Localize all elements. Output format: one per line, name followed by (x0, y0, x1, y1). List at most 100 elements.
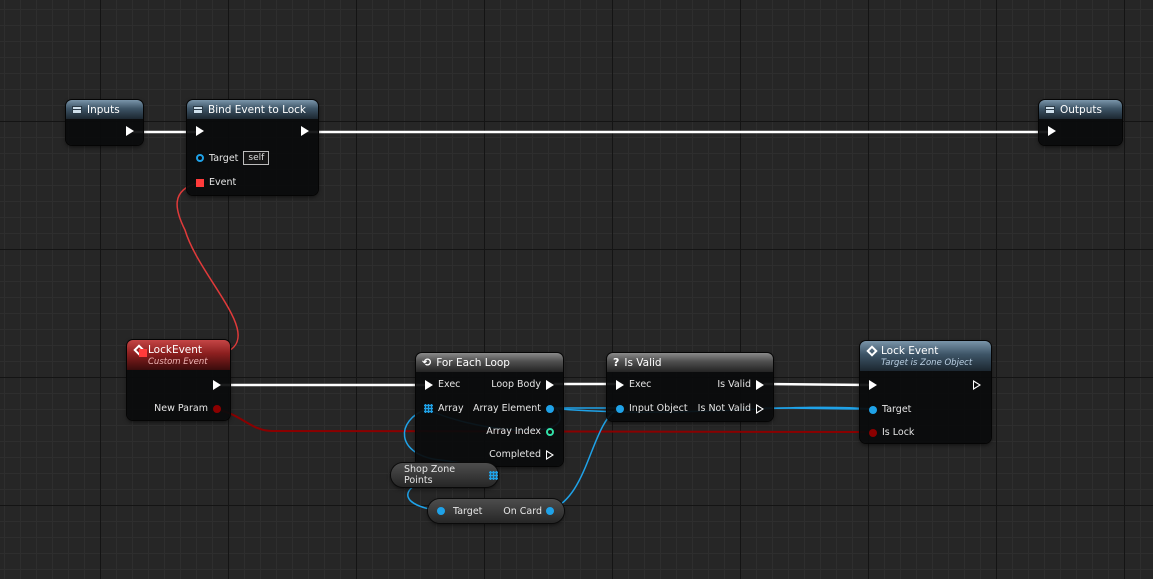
for-each-completed-label: Completed (489, 449, 541, 460)
exec-pin-icon (1048, 126, 1056, 136)
lock-event-call-exec-out-pin[interactable] (973, 380, 981, 390)
bind-event-exec-out-pin[interactable] (301, 126, 309, 136)
on-card-node[interactable]: Target On Card (428, 499, 564, 523)
for-each-completed-pin[interactable]: Completed (484, 449, 554, 460)
bind-event-node-title: Bind Event to Lock (208, 103, 307, 116)
is-valid-header[interactable]: ? Is Valid (607, 353, 773, 372)
question-icon: ? (613, 356, 620, 369)
is-valid-exec-label: Exec (629, 379, 652, 390)
loop-icon: ⟲ (422, 356, 432, 369)
inputs-node[interactable]: Inputs (66, 100, 143, 145)
function-icon (193, 105, 203, 114)
object-pin-icon[interactable] (437, 507, 445, 515)
lock-event-call-exec-in-pin[interactable] (869, 380, 877, 390)
is-valid-exec-in-pin[interactable]: Exec (616, 379, 656, 390)
on-card-output-label: On Card (503, 505, 542, 517)
bind-event-node[interactable]: Bind Event to Lock Target self Event (187, 100, 318, 195)
outputs-node-header[interactable]: Outputs (1039, 100, 1122, 119)
on-card-target-label: Target (453, 505, 483, 517)
function-icon (72, 105, 82, 114)
bind-event-target-label: Target (209, 152, 239, 164)
is-valid-title: Is Valid (624, 356, 662, 369)
bind-event-event-label: Event (209, 177, 237, 188)
object-pin-icon (546, 404, 554, 413)
bind-event-exec-in-pin[interactable] (196, 126, 204, 136)
object-pin-icon (196, 154, 204, 162)
for-each-array-label: Array (438, 403, 464, 414)
is-valid-input-object-pin[interactable]: Input Object (616, 403, 693, 414)
for-each-loop-body-label: Loop Body (491, 379, 541, 390)
lock-event-call-target-label: Target (882, 404, 912, 415)
for-each-loop-header[interactable]: ⟲ For Each Loop (416, 353, 563, 372)
exec-pin-icon (196, 126, 204, 136)
for-each-exec-label: Exec (438, 379, 461, 390)
object-pin-icon (869, 405, 877, 414)
object-pin-icon[interactable] (546, 507, 554, 515)
exec-pin-icon (756, 403, 764, 414)
lock-event-custom-subtitle: Custom Event (148, 356, 208, 367)
is-valid-node[interactable]: ? Is Valid Exec Is Valid Input Object Is… (607, 353, 773, 421)
shop-zone-points-label: Shop Zone Points (404, 464, 456, 486)
inputs-exec-out-pin[interactable] (126, 126, 134, 136)
for-each-exec-in-pin[interactable]: Exec (425, 379, 465, 390)
exec-pin-icon (126, 126, 134, 136)
for-each-loop-body-pin[interactable]: Loop Body (486, 379, 554, 390)
exec-pin-icon (425, 379, 433, 390)
bind-event-target-value[interactable]: self (243, 151, 270, 165)
exec-pin-icon (756, 379, 764, 390)
bind-event-target-pin[interactable]: Target self (196, 151, 270, 165)
exec-pin-icon (616, 379, 624, 390)
lock-event-delegate-pin[interactable] (139, 349, 147, 357)
bind-event-node-header[interactable]: Bind Event to Lock (187, 100, 318, 119)
event-icon (866, 344, 878, 357)
exec-pin-icon (301, 126, 309, 136)
lock-event-call-title: Lock Event (881, 344, 939, 357)
for-each-loop-node[interactable]: ⟲ For Each Loop Exec Loop Body Array Arr… (416, 353, 563, 466)
is-valid-false-pin[interactable]: Is Not Valid (693, 403, 764, 414)
lock-event-custom-node[interactable]: LockEvent Custom Event New Param (127, 340, 230, 420)
for-each-array-index-pin[interactable]: Array Index (481, 426, 554, 437)
object-pin-icon (616, 404, 624, 413)
boolean-pin-icon (213, 404, 221, 413)
shop-zone-points-node[interactable]: Shop Zone Points (391, 463, 498, 487)
bind-event-event-pin[interactable]: Event (196, 177, 241, 188)
wire-layer (132, 130, 1050, 512)
lock-event-custom-exec-out-pin[interactable] (213, 380, 221, 390)
outputs-node-title: Outputs (1060, 103, 1102, 116)
is-valid-true-pin[interactable]: Is Valid (712, 379, 764, 390)
inputs-node-header[interactable]: Inputs (66, 100, 143, 119)
is-valid-true-label: Is Valid (717, 379, 751, 390)
exec-pin-icon (546, 379, 554, 390)
for-each-array-element-label: Array Element (473, 403, 541, 414)
lock-event-call-subtitle: Target is Zone Object (881, 357, 973, 368)
is-valid-false-label: Is Not Valid (697, 403, 751, 414)
for-each-array-pin[interactable]: Array (424, 403, 469, 414)
wire-exec-isvalid-lock (763, 382, 871, 387)
is-valid-input-object-label: Input Object (629, 403, 688, 414)
for-each-array-element-pin[interactable]: Array Element (468, 403, 554, 414)
lock-event-call-node[interactable]: Lock Event Target is Zone Object Target … (860, 341, 991, 443)
lock-event-call-header[interactable]: Lock Event Target is Zone Object (860, 341, 991, 371)
for-each-loop-title: For Each Loop (436, 356, 510, 369)
boolean-pin-icon (869, 428, 877, 437)
function-icon (1045, 105, 1055, 114)
exec-pin-icon (973, 380, 981, 390)
lock-event-call-target-pin[interactable]: Target (869, 404, 916, 415)
lock-event-custom-title: LockEvent (148, 343, 203, 356)
lock-event-new-param-label: New Param (154, 403, 208, 414)
lock-event-call-is-lock-pin[interactable]: Is Lock (869, 427, 919, 438)
integer-pin-icon (546, 427, 554, 436)
outputs-exec-in-pin[interactable] (1048, 126, 1056, 136)
lock-event-new-param-pin[interactable]: New Param (149, 403, 221, 414)
array-pin-icon (424, 404, 433, 413)
lock-event-call-is-lock-label: Is Lock (882, 427, 915, 438)
delegate-pin-icon (139, 349, 147, 357)
inputs-node-title: Inputs (87, 103, 120, 116)
exec-pin-icon (869, 380, 877, 390)
exec-pin-icon (213, 380, 221, 390)
array-pin-icon[interactable] (489, 470, 498, 480)
for-each-array-index-label: Array Index (486, 426, 541, 437)
outputs-node[interactable]: Outputs (1039, 100, 1122, 145)
wire-delegate-event (176, 182, 239, 355)
exec-pin-icon (546, 449, 554, 460)
